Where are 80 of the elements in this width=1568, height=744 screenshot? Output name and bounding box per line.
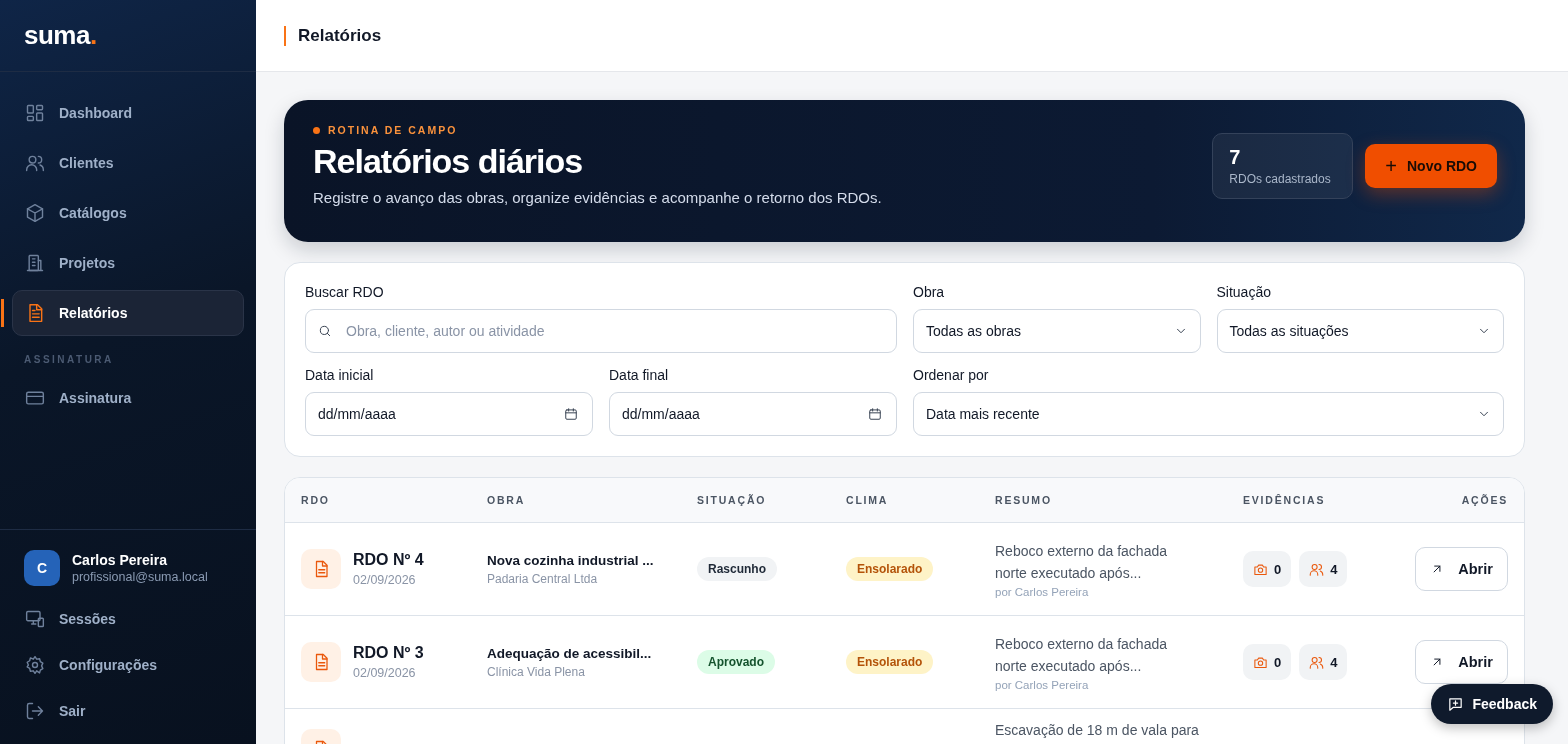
logout-icon <box>25 701 45 721</box>
field-label: Data final <box>609 367 670 383</box>
column-header: AÇÕES <box>1460 494 1508 506</box>
new-rdo-button[interactable]: + Novo RDO <box>1365 144 1497 188</box>
column-header: OBRA <box>487 494 527 506</box>
column-header: RESUMO <box>995 494 1053 506</box>
rdo-number: RDO Nº 4 <box>353 551 424 569</box>
stat-label: RDOs cadastrados <box>1229 172 1332 186</box>
status-badge: Rascunho <box>697 557 777 581</box>
author-text: por Carlos Pereira <box>995 586 1090 598</box>
sidebar-item[interactable]: Projetos <box>12 240 244 286</box>
dot-icon <box>313 126 320 134</box>
select-dropdown[interactable]: Todas as situações <box>1216 309 1504 353</box>
summary-text: Reboco externo da fachada norte executado após... <box>995 635 1168 676</box>
sidebar-item[interactable]: Sessões <box>12 596 244 642</box>
rdo-number: RDO Nº 3 <box>353 644 424 662</box>
users-icon <box>25 153 45 173</box>
page-title: Relatórios <box>284 25 382 46</box>
photo-count: 0 <box>1243 644 1292 680</box>
sidebar-item[interactable]: Configurações <box>12 642 244 688</box>
people-count: 4 <box>1299 644 1348 680</box>
search-field[interactable]: Obra, cliente, autor ou atividade <box>305 309 897 353</box>
open-button[interactable]: Abrir <box>1415 547 1508 591</box>
users-icon <box>1309 561 1325 577</box>
client-name: Clínica Vida Plena <box>487 664 586 679</box>
camera-icon <box>1253 561 1268 577</box>
field-label: Obra <box>913 284 946 300</box>
date-field[interactable]: dd/mm/aaaa <box>305 392 593 436</box>
open-button[interactable]: Abrir <box>1415 640 1508 684</box>
sidebar-item[interactable]: Sair <box>12 688 244 734</box>
column-header: SITUAÇÃO <box>697 494 768 506</box>
photo-count: 0 <box>1243 551 1292 587</box>
message-plus-icon <box>1447 695 1465 713</box>
logo: suma. <box>24 20 97 51</box>
sidebar-item[interactable]: Clientes <box>12 140 244 186</box>
users-icon <box>1309 654 1325 670</box>
project-name: Adequação de acessibil... <box>487 645 653 661</box>
select-dropdown[interactable]: Data mais recente <box>913 392 1504 436</box>
hero-title: Relatórios diários <box>313 142 584 181</box>
summary-text: Escavação de 18 m de vala para <box>995 721 1200 740</box>
settings-icon <box>25 655 45 675</box>
client-name: Padaria Central Ltda <box>487 571 599 586</box>
sidebar-item[interactable]: Assinatura <box>12 375 244 421</box>
column-header: EVIDÊNCIAS <box>1243 494 1327 506</box>
rdo-date: 02/09/2026 <box>353 666 417 680</box>
field-label: Data inicial <box>305 367 375 383</box>
box-icon <box>25 203 45 223</box>
feedback-button[interactable]: Feedback <box>1431 684 1553 724</box>
field-label: Buscar RDO <box>305 284 385 300</box>
field-label: Situação <box>1216 284 1272 300</box>
sidebar-item[interactable]: Dashboard <box>12 90 244 136</box>
status-badge: Aprovado <box>697 650 775 674</box>
column-header: CLIMA <box>846 494 890 506</box>
summary-text: Reboco externo da fachada norte executado após... <box>995 542 1168 583</box>
rdo-date: 02/09/2026 <box>353 573 417 587</box>
calendar-icon <box>564 407 578 421</box>
building-icon <box>25 253 45 273</box>
select-dropdown[interactable]: Todas as obras <box>913 309 1201 353</box>
weather-badge: Ensolarado <box>846 557 934 581</box>
column-header: RDO <box>301 494 331 506</box>
user-name: Carlos Pereira <box>72 552 168 568</box>
card-icon <box>25 388 45 408</box>
avatar: C <box>24 550 60 586</box>
field-label: Ordenar por <box>913 367 990 383</box>
eyebrow-text: ROTINA DE CAMPO <box>328 124 458 136</box>
section-label: ASSINATURA <box>23 353 115 367</box>
weather-badge: Ensolarado <box>846 650 934 674</box>
project-name: Nova cozinha industrial ... <box>487 552 655 568</box>
monitor-icon <box>25 609 45 629</box>
stat-value: 7 <box>1229 146 1242 169</box>
user-email: profissional@suma.local <box>72 570 208 584</box>
author-text: por Carlos Pereira <box>995 679 1090 691</box>
sidebar-item[interactable]: Catálogos <box>12 190 244 236</box>
calendar-icon <box>868 407 882 421</box>
hero-subtitle: Registre o avanço das obras, organize evidências e acompanhe o retorno dos RDOs. <box>313 189 882 206</box>
search-icon <box>318 324 332 338</box>
camera-icon <box>1253 654 1268 670</box>
grid-icon <box>25 103 45 123</box>
people-count: 4 <box>1299 551 1348 587</box>
date-field[interactable]: dd/mm/aaaa <box>609 392 897 436</box>
